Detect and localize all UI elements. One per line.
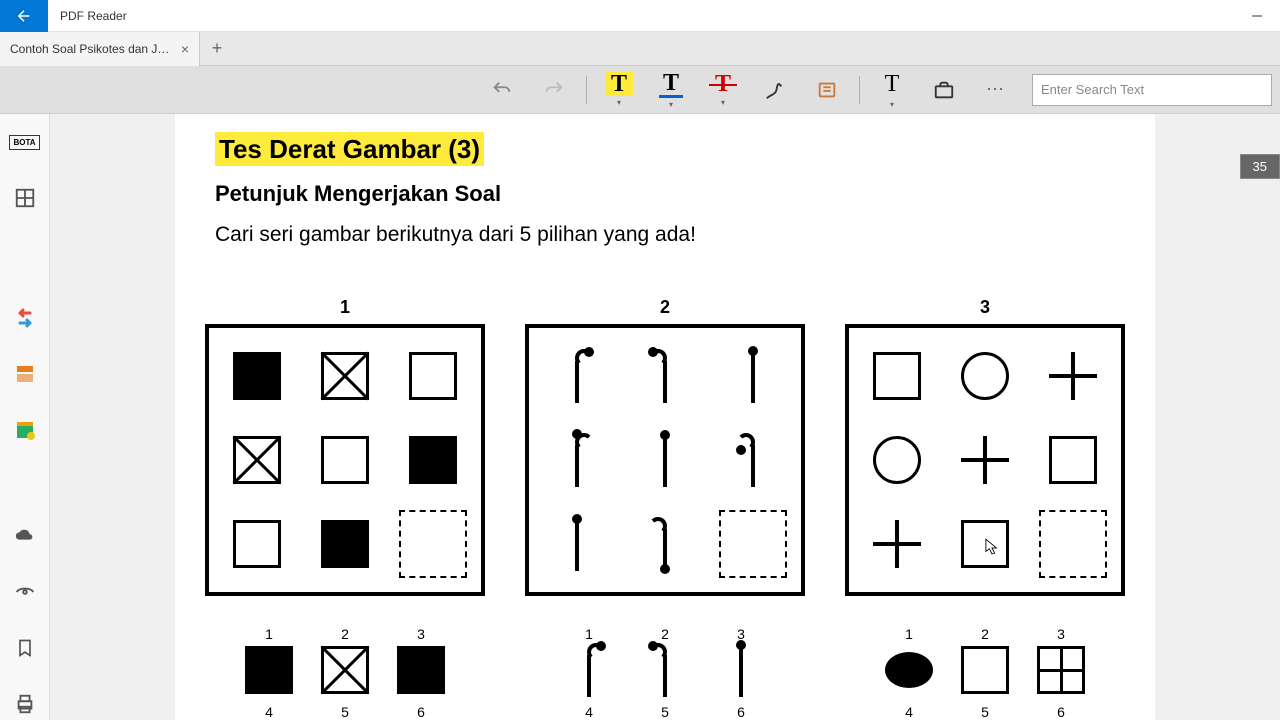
- puzzle-grid: [525, 324, 805, 596]
- minimize-button[interactable]: [1234, 0, 1280, 32]
- thumbnails-button[interactable]: [9, 182, 41, 214]
- bookmark-button[interactable]: [9, 632, 41, 664]
- undo-icon: [491, 79, 513, 101]
- tab-close[interactable]: ×: [181, 41, 189, 57]
- doc-title: Tes Derat Gambar (3): [215, 132, 484, 166]
- puzzle-3: 3: [845, 297, 1125, 720]
- options-row: 1 2 3: [245, 626, 445, 694]
- redo-icon: [543, 79, 565, 101]
- doc-instruction: Cari seri gambar berikutnya dari 5 pilih…: [215, 223, 1115, 247]
- highlight-tool[interactable]: T ▾: [595, 70, 643, 110]
- options-row: 1 2 3: [885, 626, 1085, 694]
- note-tool[interactable]: [803, 70, 851, 110]
- chevron-down-icon: ▾: [890, 100, 894, 109]
- chevron-down-icon: ▾: [617, 98, 621, 107]
- toolbox-button[interactable]: [920, 70, 968, 110]
- swap-button[interactable]: [9, 302, 41, 334]
- package-button[interactable]: [9, 414, 41, 446]
- layers-icon: [13, 362, 37, 386]
- puzzle-grid: [845, 324, 1125, 596]
- options-row-2: 4 5 6: [565, 704, 765, 720]
- puzzle-number: 1: [340, 297, 350, 318]
- ellipsis-icon: ⋯: [986, 79, 1006, 100]
- tab-bar: Contoh Soal Psikotes dan Jawab... × +: [0, 32, 1280, 66]
- bookmark-icon: [15, 638, 35, 658]
- print-button[interactable]: [9, 688, 41, 720]
- doc-subtitle: Petunjuk Mengerjakan Soal: [215, 181, 1115, 207]
- arrow-left-icon: [15, 7, 33, 25]
- minimize-icon: [1252, 11, 1262, 21]
- divider: [859, 76, 860, 104]
- tab-label: Contoh Soal Psikotes dan Jawab...: [10, 42, 173, 56]
- eye-icon: [14, 581, 36, 603]
- ink-tool[interactable]: [751, 70, 799, 110]
- underline-icon: T: [659, 71, 683, 98]
- chevron-down-icon: ▾: [669, 100, 673, 109]
- puzzle-1: 1: [205, 297, 485, 720]
- tab-add-button[interactable]: +: [200, 32, 234, 66]
- document-area[interactable]: 35 Tes Derat Gambar (3) Petunjuk Mengerj…: [50, 114, 1280, 720]
- app-title: PDF Reader: [48, 9, 127, 23]
- strikethrough-icon: T: [711, 72, 735, 96]
- document-page: Tes Derat Gambar (3) Petunjuk Mengerjaka…: [175, 114, 1155, 720]
- divider: [586, 76, 587, 104]
- title-bar: PDF Reader: [0, 0, 1280, 32]
- swap-icon: [13, 306, 37, 330]
- options-row: 1 2 3: [565, 626, 765, 694]
- text-icon: T: [885, 71, 900, 98]
- undo-button[interactable]: [478, 70, 526, 110]
- cloud-button[interactable]: [9, 520, 41, 552]
- package-icon: [13, 418, 37, 442]
- left-rail: BOTA: [0, 114, 50, 720]
- bota-button[interactable]: BOTA: [9, 126, 41, 158]
- layers-button[interactable]: [9, 358, 41, 390]
- cloud-icon: [14, 525, 36, 547]
- note-icon: [816, 79, 838, 101]
- page-indicator[interactable]: 35: [1240, 154, 1280, 179]
- options-row-2: 4 5 6: [885, 704, 1085, 720]
- options-row-2: 4 5 6: [245, 704, 445, 720]
- puzzle-row: 1: [215, 297, 1115, 720]
- puzzle-number: 2: [660, 297, 670, 318]
- more-button[interactable]: ⋯: [972, 70, 1020, 110]
- text-tool[interactable]: T ▾: [868, 70, 916, 110]
- search-placeholder: Enter Search Text: [1041, 82, 1144, 97]
- puzzle-number: 3: [980, 297, 990, 318]
- visibility-button[interactable]: [9, 576, 41, 608]
- strikethrough-tool[interactable]: T ▾: [699, 70, 747, 110]
- redo-button[interactable]: [530, 70, 578, 110]
- puzzle-2: 2: [525, 297, 805, 720]
- search-input[interactable]: Enter Search Text: [1032, 74, 1272, 106]
- back-button[interactable]: [0, 0, 48, 32]
- bota-icon: BOTA: [9, 135, 39, 150]
- toolbox-icon: [933, 79, 955, 101]
- underline-tool[interactable]: T ▾: [647, 70, 695, 110]
- grid-icon: [14, 187, 36, 209]
- document-tab[interactable]: Contoh Soal Psikotes dan Jawab... ×: [0, 32, 200, 66]
- print-icon: [14, 693, 36, 715]
- pen-icon: [764, 79, 786, 101]
- highlight-icon: T: [605, 72, 633, 96]
- puzzle-grid: [205, 324, 485, 596]
- chevron-down-icon: ▾: [721, 98, 725, 107]
- toolbar: T ▾ T ▾ T ▾ T ▾ ⋯ Enter Search Text: [0, 66, 1280, 114]
